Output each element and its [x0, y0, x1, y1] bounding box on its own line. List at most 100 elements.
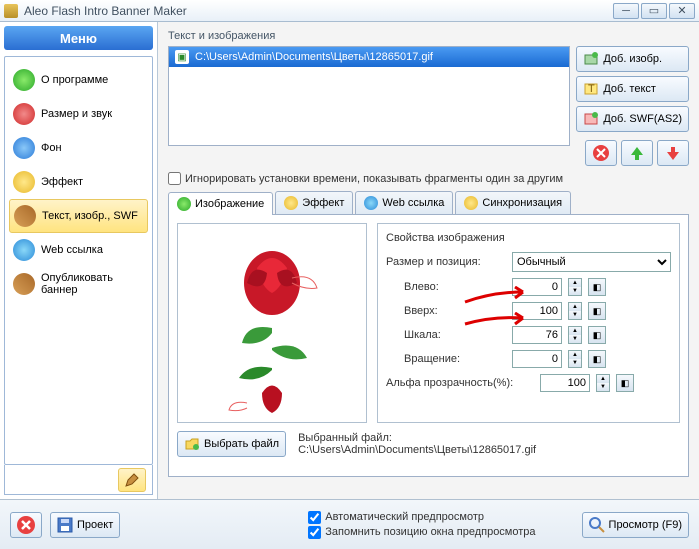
selected-file-info: Выбранный файл: C:\Users\Admin\Documents… [298, 432, 536, 456]
tab-label: Синхронизация [482, 197, 562, 209]
delete-icon [592, 144, 610, 162]
sync-icon [464, 196, 478, 210]
file-list[interactable]: ▣ C:\Users\Admin\Documents\Цветы\1286501… [168, 46, 570, 146]
menu-publish[interactable]: Опубликовать баннер [9, 267, 148, 301]
menu-label: Фон [41, 142, 62, 154]
add-swf-icon [583, 111, 599, 127]
project-button[interactable]: Проект [50, 512, 120, 538]
menu-label: Эффект [41, 176, 83, 188]
choose-file-button[interactable]: Выбрать файл [177, 431, 286, 457]
delete-button[interactable] [585, 140, 617, 166]
rotation-spinner[interactable]: ▲▼ [568, 350, 582, 368]
menu-label: Размер и звук [41, 108, 112, 120]
globe-icon [364, 196, 378, 210]
content-area: Текст и изображения ▣ C:\Users\Admin\Doc… [158, 22, 699, 499]
button-label: Доб. изобр. [603, 53, 662, 65]
annotation-arrow [463, 286, 533, 306]
add-swf-button[interactable]: Доб. SWF(AS2) [576, 106, 689, 132]
preview-button[interactable]: Просмотр (F9) [582, 512, 689, 538]
window-title: Aleo Flash Intro Banner Maker [24, 4, 613, 18]
top-spinner[interactable]: ▲▼ [568, 302, 582, 320]
save-icon [57, 517, 73, 533]
alpha-label: Альфа прозрачность(%): [386, 377, 534, 389]
remember-position-checkbox[interactable] [308, 526, 321, 539]
button-label: Выбрать файл [204, 438, 279, 450]
rotation-input[interactable] [512, 350, 562, 368]
rotation-label: Вращение: [386, 353, 506, 365]
info-icon [13, 69, 35, 91]
button-label: Просмотр (F9) [609, 519, 682, 531]
alpha-input[interactable] [540, 374, 590, 392]
magnifier-icon [589, 517, 605, 533]
menu-effect[interactable]: Эффект [9, 165, 148, 199]
file-list-item[interactable]: ▣ C:\Users\Admin\Documents\Цветы\1286501… [169, 47, 569, 67]
footer: Проект Автоматический предпросмотр Запом… [0, 499, 699, 549]
scale-reset[interactable]: ◧ [588, 326, 606, 344]
menu-about[interactable]: О программе [9, 63, 148, 97]
left-spinner[interactable]: ▲▼ [568, 278, 582, 296]
move-down-button[interactable] [657, 140, 689, 166]
annotation-arrow [463, 312, 533, 330]
sidebar: Меню О программе Размер и звук Фон Эффек… [0, 22, 158, 499]
tab-effect[interactable]: Эффект [275, 191, 353, 214]
add-text-button[interactable]: T Доб. текст [576, 76, 689, 102]
top-reset[interactable]: ◧ [588, 302, 606, 320]
menu-header: Меню [4, 26, 153, 50]
menu-label: Web ссылка [41, 244, 103, 256]
svg-text:T: T [588, 83, 595, 95]
brush-icon [13, 273, 35, 295]
tab-sync[interactable]: Синхронизация [455, 191, 571, 214]
palette-icon [13, 103, 35, 125]
tab-label: Изображение [195, 198, 264, 210]
image-file-icon: ▣ [175, 50, 189, 64]
close-button[interactable]: ✕ [669, 3, 695, 19]
menu-web-link[interactable]: Web ссылка [9, 233, 148, 267]
menu-text-image-swf[interactable]: Текст, изобр., SWF [9, 199, 148, 233]
menu-background[interactable]: Фон [9, 131, 148, 165]
size-pos-label: Размер и позиция: [386, 256, 506, 268]
file-name: C:\Users\Admin\Documents\Цветы\12865017.… [195, 51, 433, 63]
folder-icon [184, 436, 200, 452]
image-properties: Свойства изображения Размер и позиция: О… [377, 223, 680, 423]
minimize-button[interactable]: ─ [613, 3, 639, 19]
add-image-icon [583, 51, 599, 67]
move-up-button[interactable] [621, 140, 653, 166]
menu-label: Опубликовать баннер [41, 272, 144, 296]
titlebar: Aleo Flash Intro Banner Maker ─ ▭ ✕ [0, 0, 699, 22]
edit-menu-button[interactable] [118, 468, 146, 492]
tab-label: Эффект [302, 197, 344, 209]
image-icon [177, 197, 191, 211]
app-icon [4, 4, 18, 18]
menu-size-sound[interactable]: Размер и звук [9, 97, 148, 131]
arrow-up-icon [628, 144, 646, 162]
tab-web-link[interactable]: Web ссылка [355, 191, 453, 214]
globe-icon [13, 239, 35, 261]
size-mode-select[interactable]: Обычный [512, 252, 671, 272]
add-image-button[interactable]: Доб. изобр. [576, 46, 689, 72]
menu-label: О программе [41, 74, 108, 86]
picture-icon [13, 137, 35, 159]
alpha-reset[interactable]: ◧ [616, 374, 634, 392]
rotation-reset[interactable]: ◧ [588, 350, 606, 368]
left-reset[interactable]: ◧ [588, 278, 606, 296]
ignore-time-checkbox[interactable] [168, 172, 181, 185]
auto-preview-checkbox[interactable] [308, 511, 321, 524]
maximize-button[interactable]: ▭ [641, 3, 667, 19]
checkbox-label: Запомнить позицию окна предпросмотра [325, 526, 535, 538]
alpha-spinner[interactable]: ▲▼ [596, 374, 610, 392]
cancel-button[interactable] [10, 512, 42, 538]
menu-label: Текст, изобр., SWF [42, 210, 138, 222]
effect-icon [284, 196, 298, 210]
scale-label: Шкала: [386, 329, 506, 341]
star-icon [13, 171, 35, 193]
arrow-down-icon [664, 144, 682, 162]
scale-spinner[interactable]: ▲▼ [568, 326, 582, 344]
sidebar-footer [4, 465, 153, 495]
tab-image[interactable]: Изображение [168, 192, 273, 215]
pencil-icon [14, 205, 36, 227]
pencil-icon [124, 472, 140, 488]
checkbox-label: Автоматический предпросмотр [325, 511, 484, 523]
button-label: Доб. текст [603, 83, 656, 95]
menu-list: О программе Размер и звук Фон Эффект Тек… [4, 56, 153, 465]
tabs: Изображение Эффект Web ссылка Синхрониза… [168, 191, 689, 215]
